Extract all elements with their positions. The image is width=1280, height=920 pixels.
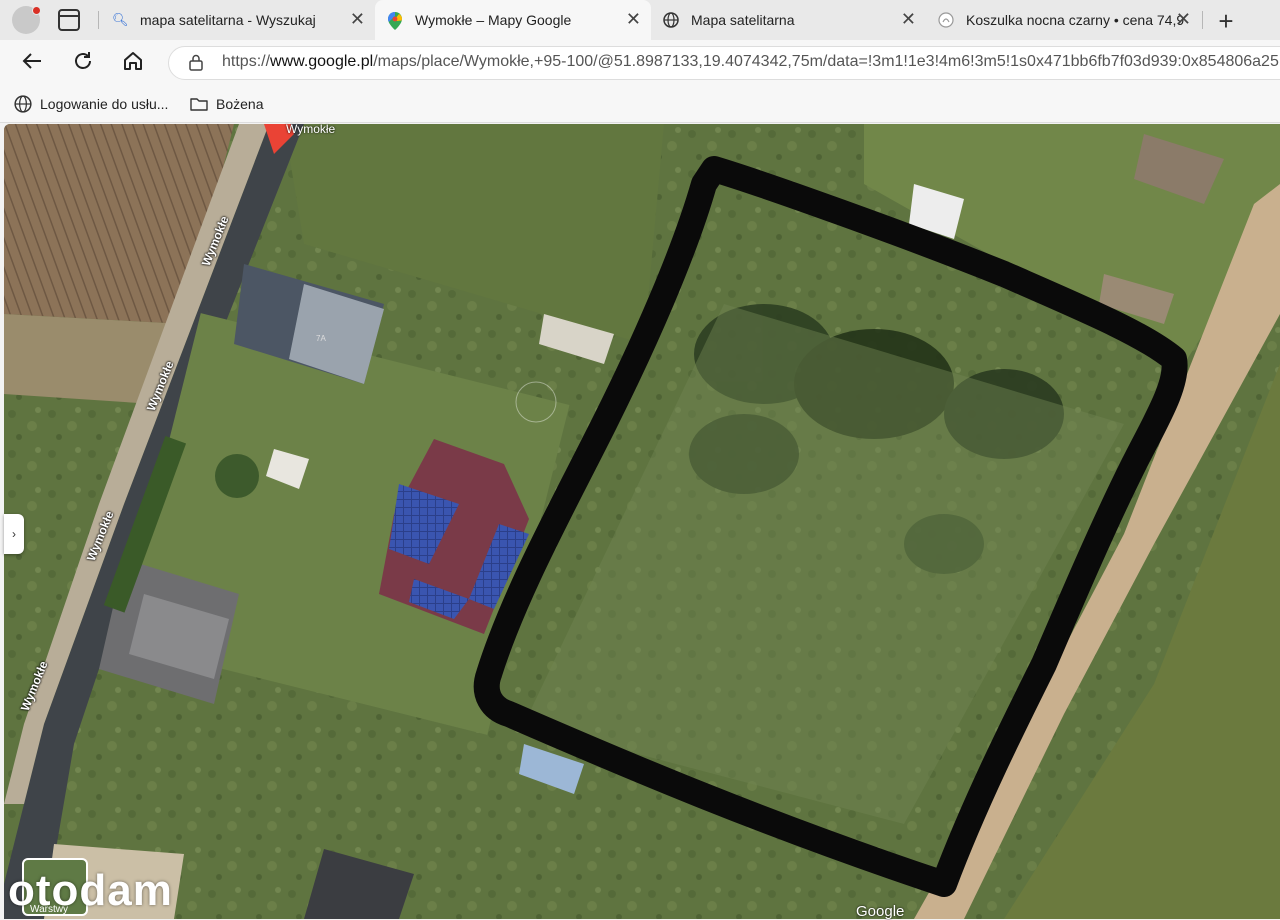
- search-icon: 🔍︎: [112, 12, 129, 27]
- satellite-map[interactable]: Wymokłe Wymokłe Wymokłe Wymokłe 7A: [4, 124, 1280, 919]
- lock-icon[interactable]: [189, 54, 203, 71]
- tab-actions-icon[interactable]: [58, 9, 80, 31]
- bookmark-folder[interactable]: Bożena: [190, 95, 263, 113]
- back-icon[interactable]: [17, 50, 47, 77]
- close-tab-icon[interactable]: ✕: [350, 10, 365, 28]
- close-tab-icon[interactable]: ✕: [901, 10, 916, 28]
- bookmark-label: Bożena: [216, 96, 264, 112]
- site-icon: [938, 12, 954, 28]
- url-text[interactable]: https://www.google.pl/maps/place/Wymokłe…: [222, 53, 1279, 71]
- bookmark-item[interactable]: Logowanie do usłu...: [14, 95, 168, 113]
- tab-title: Koszulka nocna czarny • cena 74,9: [966, 12, 1185, 28]
- tab-separator: [98, 11, 99, 29]
- side-panel-toggle[interactable]: ›: [4, 514, 24, 554]
- satellite-imagery: [4, 124, 1280, 919]
- new-tab-button[interactable]: +: [1212, 6, 1240, 37]
- tab-google-maps[interactable]: Wymokłe – Mapy Google ✕: [375, 0, 651, 40]
- house-number-label: 7A: [316, 334, 326, 343]
- tab-separator: [1202, 11, 1203, 29]
- round-shrub: [215, 454, 259, 498]
- map-pin-label[interactable]: Wymokłe: [286, 122, 335, 136]
- otodam-watermark: otodam: [8, 866, 173, 915]
- tab-shop[interactable]: Koszulka nocna czarny • cena 74,9 ✕: [926, 0, 1201, 40]
- notification-dot: [32, 6, 41, 15]
- globe-icon: [14, 95, 32, 113]
- tab-title: mapa satelitarna - Wyszukaj: [140, 12, 316, 28]
- google-logo: Google: [856, 903, 905, 920]
- profile-avatar[interactable]: [12, 6, 41, 34]
- close-tab-icon[interactable]: ✕: [626, 10, 641, 28]
- tab-title: Mapa satelitarna: [691, 12, 795, 28]
- google-maps-icon: [387, 12, 403, 30]
- close-tab-icon[interactable]: ✕: [1176, 10, 1191, 28]
- reload-icon[interactable]: [68, 50, 98, 77]
- folder-icon: [190, 95, 208, 113]
- tab-satellite-map[interactable]: Mapa satelitarna ✕: [651, 0, 926, 40]
- tab-title: Wymokłe – Mapy Google: [415, 12, 572, 28]
- tab-search[interactable]: 🔍︎ mapa satelitarna - Wyszukaj ✕: [100, 0, 375, 40]
- home-icon[interactable]: [118, 50, 148, 77]
- globe-icon: [663, 12, 679, 28]
- bookmark-label: Logowanie do usłu...: [40, 96, 169, 112]
